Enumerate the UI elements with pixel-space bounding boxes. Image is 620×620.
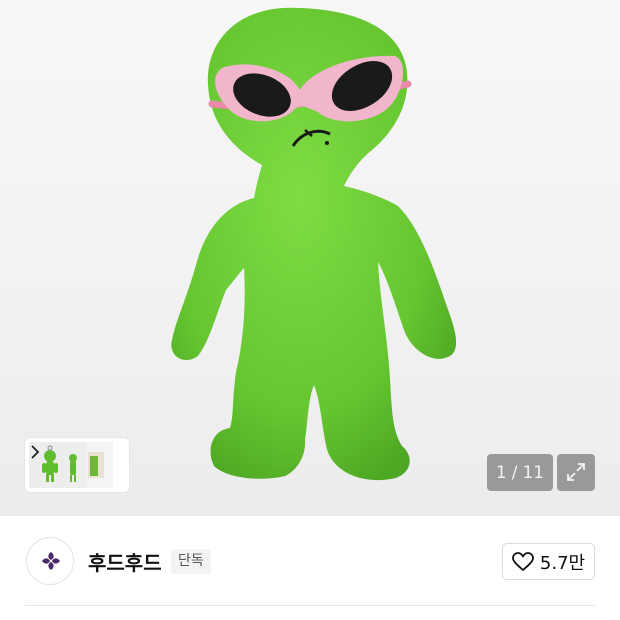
section-divider [25,605,595,606]
exclusive-badge: 단독 [171,549,211,574]
product-image-area[interactable]: 1 / 11 [0,0,620,516]
expand-arrows-icon [567,463,585,481]
thumbnail-strip[interactable] [25,438,129,492]
thumbnail-images [29,442,113,488]
like-button[interactable]: 5.7만 [502,543,595,580]
chevron-right-icon[interactable] [29,442,41,462]
image-counter: 1 / 11 [487,454,553,491]
expand-button[interactable] [557,454,595,491]
brand-logo[interactable] [26,537,74,585]
current-image-index: 1 [495,462,507,483]
heart-icon [512,551,534,571]
like-count: 5.7만 [539,552,586,574]
brand-name[interactable]: 후드후드 [88,547,162,576]
counter-separator: / [511,462,518,483]
brand-logo-icon [42,552,60,570]
total-image-count: 11 [522,462,545,483]
